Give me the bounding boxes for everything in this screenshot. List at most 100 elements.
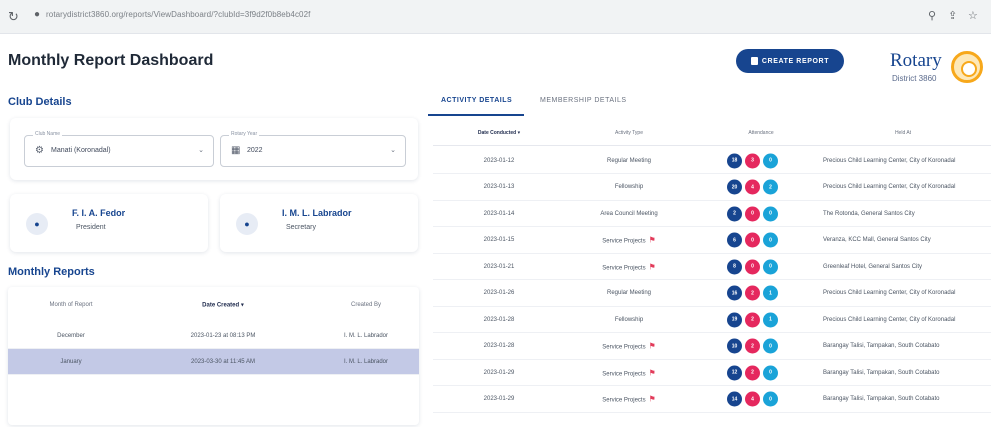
row-date: 2023-01-23 at 08:13 PM (190, 332, 256, 339)
star-icon[interactable]: ☆ (968, 9, 978, 22)
club-name-value: Manati (Koronadal) (51, 147, 111, 154)
activity-venue: Precious Child Learning Center, City of … (823, 184, 956, 190)
address-bar[interactable]: rotarydistrict3860.org/reports/ViewDashb… (46, 10, 310, 19)
guests-count-badge: 0 (745, 232, 760, 248)
activity-type: Fellowship (615, 317, 643, 323)
activity-type: Service Projects ⚑ (602, 342, 656, 351)
activity-type-label: Service Projects (602, 371, 646, 377)
activity-venue: Precious Child Learning Center, City of … (823, 157, 956, 164)
activity-venue: Veranza, KCC Mall, General Santos City (823, 237, 931, 243)
secretary-card: ● I. M. L. Labrador Secretary (220, 194, 418, 252)
col-created-by[interactable]: Created By (351, 302, 381, 308)
tab-membership-details[interactable]: MEMBERSHIP DETAILS (540, 97, 627, 104)
activity-row[interactable]: 2023-01-29 Service Projects ⚑ 14 4 0 Barangay … (433, 387, 991, 413)
flag-icon: ⚑ (648, 262, 656, 271)
members-count-badge: 6 (727, 232, 742, 248)
flag-icon: ⚑ (648, 235, 656, 245)
club-details-title: Club Details (8, 96, 72, 108)
table-row[interactable]: December 2023-01-23 at 08:13 PM I. M. L.… (8, 323, 419, 349)
activity-date: 2023-01-12 (483, 157, 515, 164)
activity-row[interactable]: 2023-01-14 Area Council Meeting 2 0 0 The Rot… (433, 201, 991, 227)
activity-venue: Barangay Talisi, Tampakan, South Cotabat… (823, 396, 940, 402)
activity-type-label: Service Projects (602, 344, 646, 351)
activity-row[interactable]: 2023-01-29 Service Projects ⚑ 12 2 0 Barangay … (433, 360, 991, 386)
activity-type: Service Projects ⚑ (602, 262, 656, 271)
col-activity-type[interactable]: Activity Type (615, 130, 643, 136)
activity-type-label: Service Projects (602, 238, 646, 245)
visitors-count-badge: 1 (763, 285, 778, 301)
activity-row[interactable]: 2023-01-28 Fellowship 19 2 1 Precious Child L… (433, 307, 991, 333)
monthly-reports-title: Monthly Reports (8, 266, 95, 278)
visitors-count-badge: 0 (763, 259, 778, 274)
rotary-year-value: 2022 (247, 147, 263, 154)
president-role: President (76, 224, 106, 231)
col-held-at[interactable]: Held At (895, 130, 911, 136)
members-count-badge: 2 (727, 206, 742, 221)
attendance-badges: 10 2 0 (727, 338, 778, 354)
activity-date: 2023-01-29 (483, 369, 515, 376)
president-card: ● F. I. A. Fedor President (10, 194, 208, 252)
attendance-badges: 19 2 1 (727, 312, 778, 327)
activity-row[interactable]: 2023-01-15 Service Projects ⚑ 6 0 0 Veranza, K… (433, 228, 991, 254)
active-tab-indicator (428, 114, 524, 116)
lock-icon: ● (34, 9, 41, 20)
reload-icon[interactable]: ↻ (8, 9, 19, 25)
row-date: 2023-03-30 at 11:45 AM (191, 358, 255, 365)
activity-venue: The Rotonda, General Santos City (823, 210, 915, 217)
activity-type-label: Area Council Meeting (600, 210, 658, 217)
club-details-card: Club Name ⚙ Manati (Koronadal) ⌄ Rotary … (10, 118, 418, 180)
activity-row[interactable]: 2023-01-28 Service Projects ⚑ 10 2 0 Barangay … (433, 334, 991, 360)
create-report-label: CREATE REPORT (761, 57, 830, 65)
activity-table-header: Date Conducted ▾ Activity Type Attendanc… (433, 120, 991, 146)
activity-row[interactable]: 2023-01-12 Regular Meeting 18 3 0 Precious Ch… (433, 148, 991, 174)
president-name: F. I. A. Fedor (72, 208, 126, 218)
club-name-select[interactable]: Club Name ⚙ Manati (Koronadal) ⌄ (24, 131, 214, 167)
guests-count-badge: 2 (745, 312, 760, 327)
activity-venue: Precious Child Learning Center, City of … (823, 316, 956, 323)
activity-venue: Barangay Talisi, Tampakan, South Cotabat… (823, 369, 940, 376)
activity-type: Service Projects ⚑ (602, 236, 656, 245)
activity-type: Regular Meeting (607, 290, 651, 296)
col-date-conducted[interactable]: Date Conducted ▾ (478, 130, 520, 136)
chevron-down-icon: ⌄ (390, 147, 396, 154)
guests-count-badge: 3 (745, 153, 760, 168)
chevron-down-icon: ⌄ (198, 147, 204, 154)
attendance-badges: 800 (727, 259, 778, 274)
activity-row[interactable]: 2023-01-13 Fellowship 20 4 2 Precious Child L… (433, 175, 991, 201)
visitors-count-badge: 0 (763, 153, 778, 168)
tab-activity-details[interactable]: ACTIVITY DETAILS (441, 97, 512, 104)
share-icon[interactable]: ⇪ (948, 9, 957, 22)
guests-count-badge: 2 (745, 365, 760, 380)
zoom-icon[interactable]: ⚲ (928, 9, 936, 22)
attendance-badges: 12 2 0 (727, 365, 778, 380)
table-row-selected[interactable]: January 2023-03-30 at 11:45 AM I. M. L. … (8, 349, 419, 375)
rotary-logo: Rotary District 3860 (872, 47, 988, 87)
rotary-wheel-icon (951, 51, 983, 83)
col-date-created[interactable]: Date Created ▾ (202, 302, 244, 309)
activity-row[interactable]: 2023-01-21 Service Projects ⚑ 8 0 0 Greenleaf … (433, 254, 991, 280)
create-report-button[interactable]: CREATE REPORT (736, 49, 844, 73)
browser-toolbar: ↻ ● rotarydistrict3860.org/reports/ViewD… (0, 0, 991, 34)
activity-venue: Precious Child Learning Center, City of … (823, 290, 956, 296)
activity-date: 2023-01-21 (483, 263, 515, 270)
activity-type-label: Service Projects (602, 397, 646, 404)
monthly-reports-table: Month of Report Date Created ▾ Created B… (8, 287, 419, 425)
activity-date: 2023-01-13 (483, 184, 515, 190)
guests-count-badge: 2 (745, 338, 760, 354)
col-attendance[interactable]: Attendance (748, 130, 773, 136)
activity-type: Area Council Meeting (600, 211, 657, 217)
activity-type: Fellowship (615, 184, 643, 190)
visitors-count-badge: 0 (763, 365, 778, 380)
activity-type: Service Projects ⚑ (602, 368, 656, 377)
flag-icon: ⚑ (648, 394, 656, 404)
activity-row[interactable]: 2023-01-26 Regular Meeting 16 2 1 Precious Ch… (433, 281, 991, 307)
activity-type-label: Regular Meeting (606, 157, 652, 164)
row-created-by: I. M. L. Labrador (343, 358, 389, 365)
activity-venue: Barangay Talisi, Tampakan, South Cotabat… (823, 343, 940, 349)
col-month[interactable]: Month of Report (49, 302, 92, 308)
activity-date: 2023-01-28 (483, 316, 515, 323)
club-name-label: Club Name (33, 131, 63, 137)
members-count-badge: 20 (727, 179, 742, 195)
rotary-year-select[interactable]: Rotary Year ▦ 2022 ⌄ (220, 131, 406, 167)
people-icon: ● (236, 213, 258, 235)
